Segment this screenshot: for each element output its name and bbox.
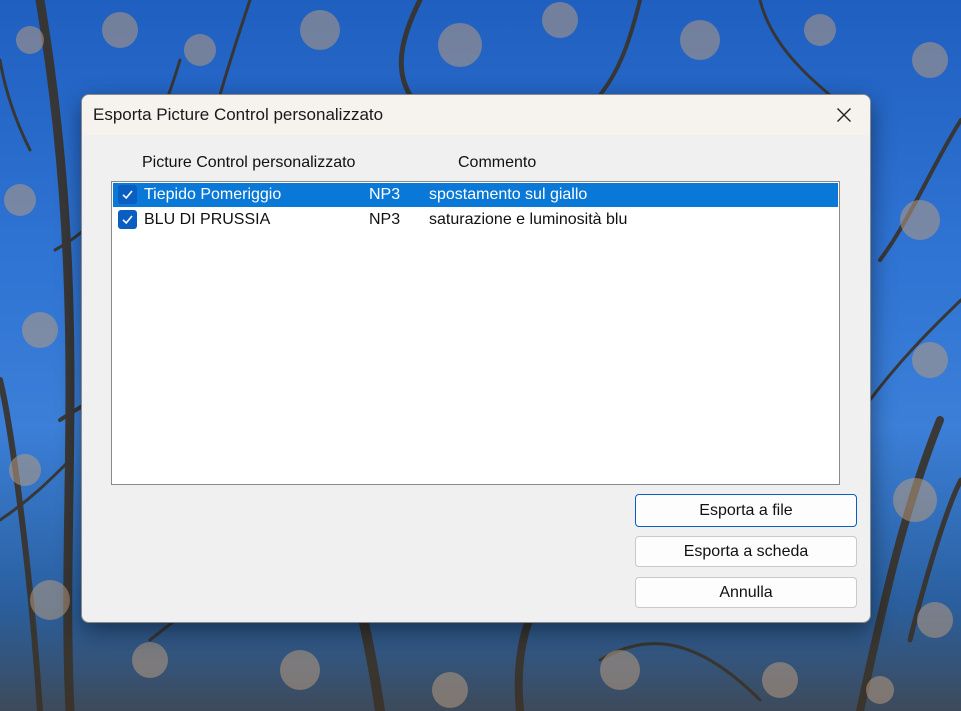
item-comment: spostamento sul giallo [429,186,588,203]
item-format: NP3 [369,186,401,203]
column-header-name[interactable]: Picture Control personalizzato [142,154,355,172]
list-item[interactable]: BLU DI PRUSSIA NP3 saturazione e luminos… [113,208,838,232]
item-name: BLU DI PRUSSIA [144,211,271,228]
dialog-titlebar[interactable]: Esporta Picture Control personalizzato [82,95,870,135]
item-comment: saturazione e luminosità blu [429,211,628,228]
close-icon [837,108,851,122]
close-button[interactable] [824,99,864,131]
item-checkbox[interactable] [118,185,137,204]
export-to-file-button[interactable]: Esporta a file [635,494,857,527]
checkmark-icon [122,215,133,225]
cancel-button[interactable]: Annulla [635,577,857,608]
export-to-card-button[interactable]: Esporta a scheda [635,536,857,567]
item-name: Tiepido Pomeriggio [144,186,282,203]
picture-control-list[interactable]: Tiepido Pomeriggio NP3 spostamento sul g… [111,181,840,485]
export-picture-control-dialog: Esporta Picture Control personalizzato P… [81,94,871,623]
item-checkbox[interactable] [118,210,137,229]
checkmark-icon [122,190,133,200]
list-item[interactable]: Tiepido Pomeriggio NP3 spostamento sul g… [113,183,838,207]
item-format: NP3 [369,211,401,228]
column-header-comment[interactable]: Commento [458,154,536,172]
dialog-title: Esporta Picture Control personalizzato [93,105,384,124]
